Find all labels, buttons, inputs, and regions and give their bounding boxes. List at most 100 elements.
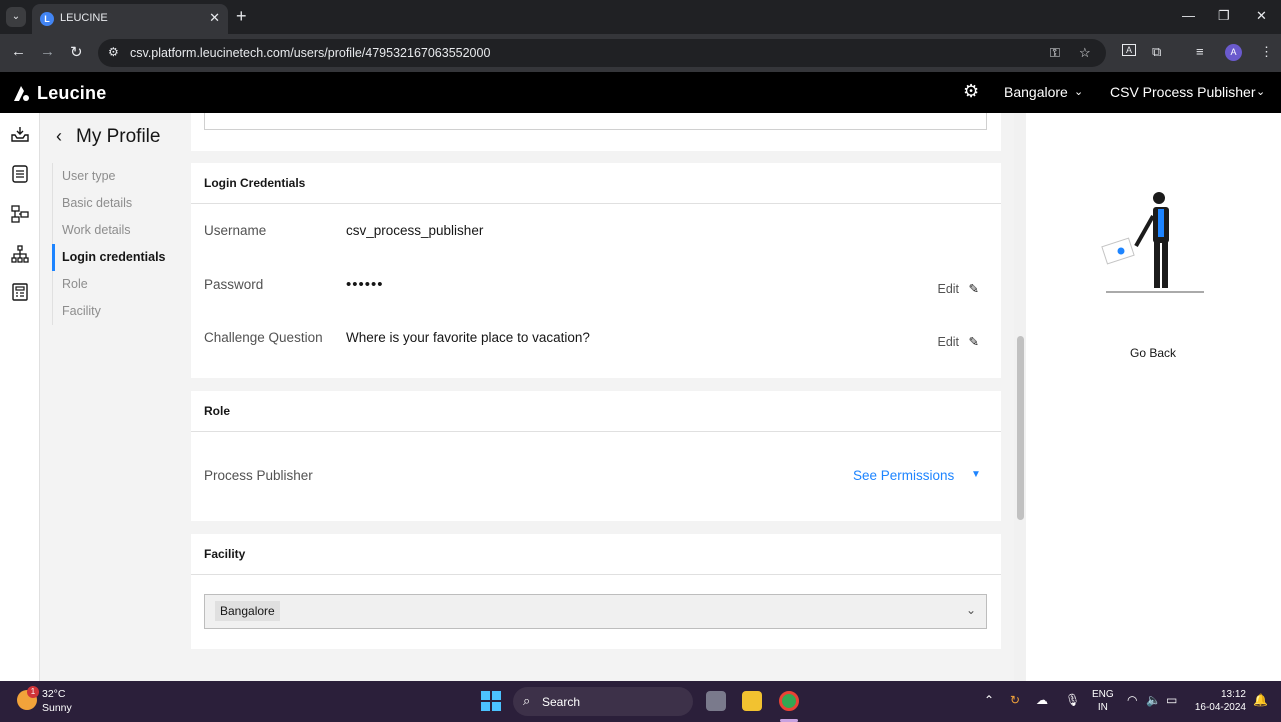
profile-section-nav: User type Basic details Work details Log… xyxy=(52,163,182,325)
browser-profile-avatar[interactable]: A xyxy=(1225,44,1242,61)
task-view-icon[interactable] xyxy=(706,691,726,711)
role-card: Role Process Publisher See Permissions ▼ xyxy=(191,391,1001,521)
clock-date: 16-04-2024 xyxy=(1194,702,1246,713)
language-indicator[interactable]: ENG IN xyxy=(1092,688,1114,714)
browser-toolbar: ← → ↻ ⚙ csv.platform.leucinetech.com/use… xyxy=(0,34,1281,72)
nav-item-work-details[interactable]: Work details xyxy=(53,217,182,244)
back-chevron-icon[interactable]: ‹ xyxy=(56,126,62,147)
nav-item-basic-details[interactable]: Basic details xyxy=(53,190,182,217)
challenge-question-edit-label: Edit xyxy=(937,335,960,349)
nav-item-user-type[interactable]: User type xyxy=(53,163,182,190)
previous-field-box xyxy=(204,113,987,130)
previous-section-card xyxy=(191,113,1001,151)
onedrive-cloud-icon[interactable]: ☁ xyxy=(1036,693,1048,707)
password-edit-button[interactable]: Edit ✎ xyxy=(937,281,979,296)
user-chevron-down-icon[interactable]: ⌄ xyxy=(1256,85,1265,98)
tab-search-button[interactable]: ⌄ xyxy=(6,7,26,27)
browser-menu-icon[interactable]: ⋮ xyxy=(1260,44,1273,60)
taskbar-search-label: Search xyxy=(542,695,581,709)
extension-a-icon[interactable]: A xyxy=(1122,44,1137,56)
language-code: ENG xyxy=(1092,689,1114,700)
address-bar[interactable]: ⚙ csv.platform.leucinetech.com/users/pro… xyxy=(98,39,1106,67)
taskbar-search[interactable]: ⌕ Search xyxy=(513,687,693,716)
tab-close-icon[interactable]: ✕ xyxy=(209,10,220,26)
weather-condition[interactable]: Sunny xyxy=(42,702,72,714)
scrollbar-thumb[interactable] xyxy=(1017,336,1024,520)
site-info-icon[interactable]: ⚙ xyxy=(108,45,119,59)
facility-chevron-down-icon[interactable]: ⌄ xyxy=(1074,85,1083,98)
nav-item-facility[interactable]: Facility xyxy=(53,298,182,325)
chevron-down-icon[interactable]: ⌄ xyxy=(966,603,976,617)
facility-multiselect[interactable]: Bangalore ⌄ xyxy=(204,594,987,629)
pencil-icon: ✎ xyxy=(968,335,979,349)
url-text[interactable]: csv.platform.leucinetech.com/users/profi… xyxy=(130,46,490,60)
leucine-logo-icon xyxy=(14,86,29,101)
weather-badge: 1 xyxy=(27,686,39,698)
tray-chevron-up-icon[interactable]: ⌃ xyxy=(984,693,994,707)
bookmark-star-icon[interactable]: ☆ xyxy=(1079,45,1091,61)
app-logo-text: Leucine xyxy=(37,83,107,103)
system-clock[interactable]: 13:12 16-04-2024 xyxy=(1193,688,1246,714)
facility-chip: Bangalore xyxy=(215,601,280,621)
left-nav-rail xyxy=(0,113,40,681)
caret-down-icon[interactable]: ▼ xyxy=(971,469,981,480)
password-key-icon[interactable]: ⚿ xyxy=(1050,45,1060,61)
chrome-icon[interactable] xyxy=(779,691,799,711)
username-label: Username xyxy=(204,223,267,238)
window-close-icon[interactable]: ✕ xyxy=(1256,8,1267,24)
page-title: My Profile xyxy=(76,126,161,147)
windows-start-icon[interactable] xyxy=(481,691,501,711)
pencil-icon: ✎ xyxy=(968,282,979,296)
new-tab-button[interactable]: + xyxy=(236,6,247,27)
wifi-icon[interactable]: ◠ xyxy=(1127,693,1137,707)
role-heading: Role xyxy=(191,391,1001,432)
extensions-puzzle-icon[interactable]: ⧉ xyxy=(1152,44,1161,60)
process-flow-icon[interactable] xyxy=(10,204,30,224)
forward-icon[interactable]: → xyxy=(40,43,55,60)
go-back-button[interactable]: Go Back xyxy=(1105,346,1201,360)
password-edit-label: Edit xyxy=(937,282,960,296)
facility-card: Facility Bangalore ⌄ xyxy=(191,534,1001,649)
login-credentials-heading: Login Credentials xyxy=(191,163,1001,204)
weather-temperature[interactable]: 32°C xyxy=(42,688,65,700)
browser-tab-bar: ⌄ L LEUCINE ✕ + — ❐ ✕ xyxy=(0,0,1281,34)
facility-selector[interactable]: Bangalore xyxy=(1004,84,1068,100)
challenge-question-edit-button[interactable]: Edit ✎ xyxy=(937,334,979,349)
minimize-icon[interactable]: — xyxy=(1182,8,1195,23)
nav-item-role[interactable]: Role xyxy=(53,271,182,298)
password-label: Password xyxy=(204,277,264,292)
nav-item-login-credentials[interactable]: Login credentials xyxy=(52,244,182,271)
leucine-favicon-icon: L xyxy=(40,12,54,26)
checklist-icon[interactable] xyxy=(10,164,30,184)
role-name: Process Publisher xyxy=(204,468,313,483)
notification-bell-icon[interactable]: 🔔 xyxy=(1253,693,1268,707)
tab-title: LEUCINE xyxy=(60,12,108,24)
reports-icon[interactable] xyxy=(10,282,30,302)
reload-icon[interactable]: ↻ xyxy=(70,43,83,61)
hierarchy-icon[interactable] xyxy=(10,244,30,264)
volume-icon[interactable]: 🔈 xyxy=(1146,693,1161,707)
windows-taskbar: 1 32°C Sunny ⌕ Search ⌃ ↻ ☁ 🎙 ENG IN ◠ 🔈… xyxy=(0,681,1281,722)
region-code: IN xyxy=(1097,702,1108,713)
facility-heading: Facility xyxy=(191,534,1001,575)
browser-tab[interactable]: L LEUCINE ✕ xyxy=(32,4,228,34)
sync-icon[interactable]: ↻ xyxy=(1010,693,1020,707)
microphone-icon[interactable]: 🎙 xyxy=(1065,693,1080,707)
battery-icon[interactable]: ▭ xyxy=(1166,693,1177,707)
challenge-question-value: Where is your favorite place to vacation… xyxy=(346,330,590,345)
inbox-icon[interactable] xyxy=(10,124,30,144)
search-icon: ⌕ xyxy=(523,693,531,708)
username-value: csv_process_publisher xyxy=(346,223,484,238)
settings-gear-icon[interactable]: ⚙ xyxy=(963,81,979,102)
maximize-icon[interactable]: ❐ xyxy=(1218,8,1230,24)
login-credentials-card: Login Credentials Username csv_process_p… xyxy=(191,163,1001,378)
person-illustration xyxy=(1101,192,1204,293)
user-role-selector[interactable]: CSV Process Publisher xyxy=(1110,84,1256,100)
app-header: Leucine ⚙ Bangalore ⌄ CSV Process Publis… xyxy=(0,72,1281,113)
challenge-question-label: Challenge Question xyxy=(204,330,323,345)
see-permissions-link[interactable]: See Permissions xyxy=(853,468,954,483)
file-explorer-icon[interactable] xyxy=(742,691,762,711)
clock-time: 13:12 xyxy=(1220,689,1246,700)
media-control-icon[interactable]: ≡ xyxy=(1196,44,1204,59)
back-icon[interactable]: ← xyxy=(11,43,26,60)
